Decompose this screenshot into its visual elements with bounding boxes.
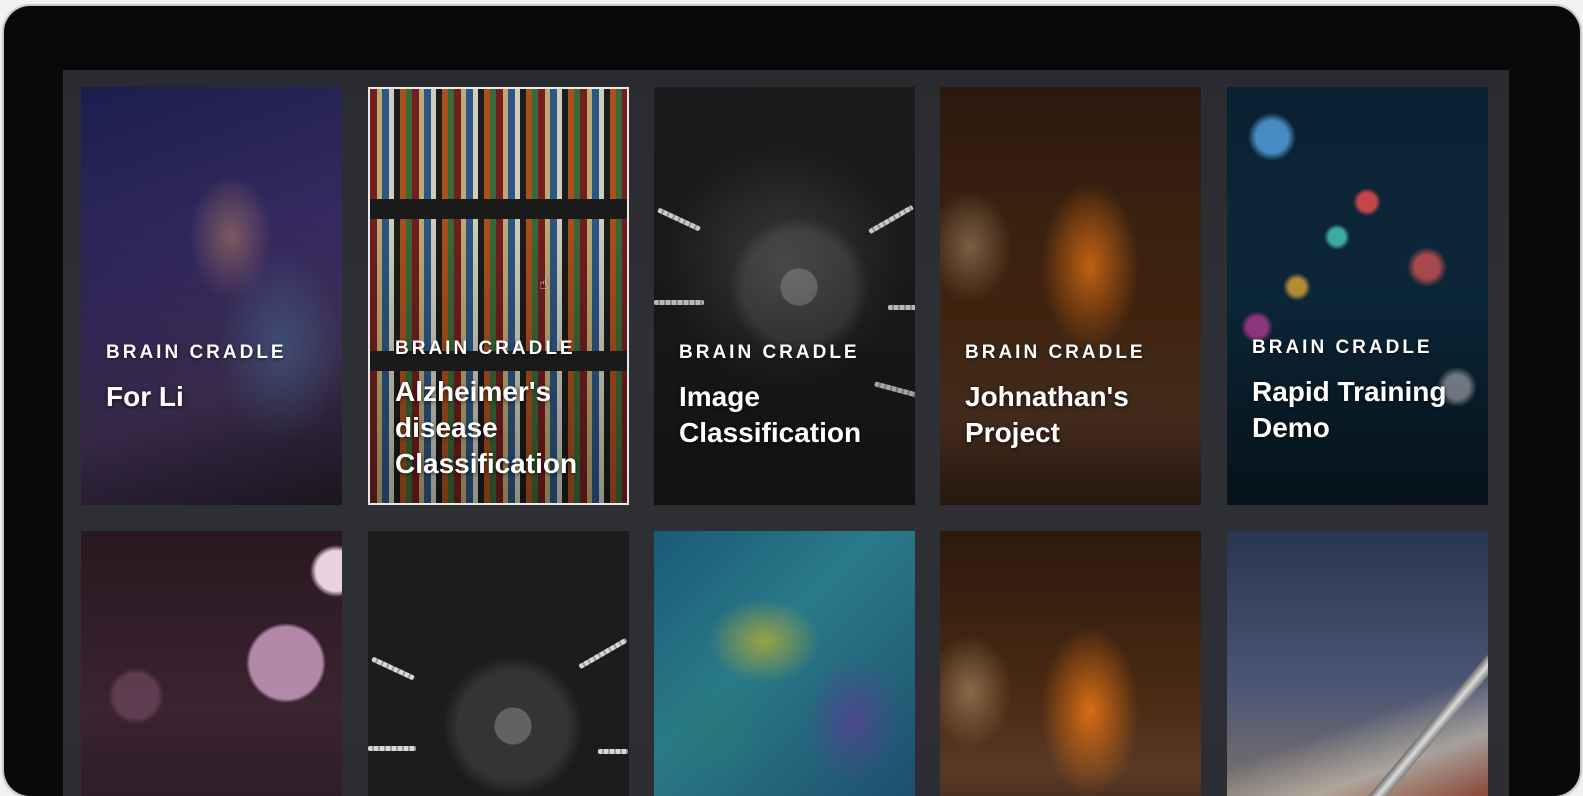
card-title: Rapid Training Demo	[1252, 376, 1447, 443]
device-frame: BRAIN CRADLE For Li BRAIN CRADLE Alzheim…	[4, 6, 1580, 796]
bulb-ray	[368, 746, 416, 751]
card-title: Alzheimer's disease Classification	[395, 376, 578, 479]
project-card-johnathans-project[interactable]: BRAIN CRADLE Johnathan's Project	[940, 87, 1201, 505]
card-brand: BRAIN CRADLE	[965, 342, 1146, 363]
project-card[interactable]	[654, 531, 915, 796]
project-gallery: BRAIN CRADLE For Li BRAIN CRADLE Alzheim…	[63, 70, 1509, 796]
card-title: Image Classification	[679, 381, 862, 448]
card-brand: BRAIN CRADLE	[395, 338, 576, 359]
card-title: For Li	[106, 381, 184, 412]
project-card[interactable]	[81, 531, 342, 796]
bulb-ray	[578, 637, 628, 670]
paintbrush-image	[1347, 652, 1488, 796]
bulb-ray	[371, 656, 415, 681]
project-card-for-li[interactable]: BRAIN CRADLE For Li	[81, 87, 342, 505]
card-title: Johnathan's Project	[965, 381, 1129, 448]
project-card-image-classification[interactable]: BRAIN CRADLE Image Classification	[654, 87, 915, 505]
pointer-hand-icon: ☝	[539, 276, 549, 293]
project-card[interactable]	[1227, 531, 1488, 796]
project-card-rapid-training-demo[interactable]: BRAIN CRADLE Rapid Training Demo	[1227, 87, 1488, 505]
card-brand: BRAIN CRADLE	[679, 342, 860, 363]
card-brand: BRAIN CRADLE	[106, 342, 287, 363]
project-card-alzheimers[interactable]: BRAIN CRADLE Alzheimer's disease Classif…	[368, 87, 629, 505]
bulb-ray	[598, 749, 628, 754]
project-card[interactable]	[940, 531, 1201, 796]
card-brand: BRAIN CRADLE	[1252, 337, 1433, 358]
project-card[interactable]	[368, 531, 629, 796]
card-shade	[81, 87, 342, 505]
